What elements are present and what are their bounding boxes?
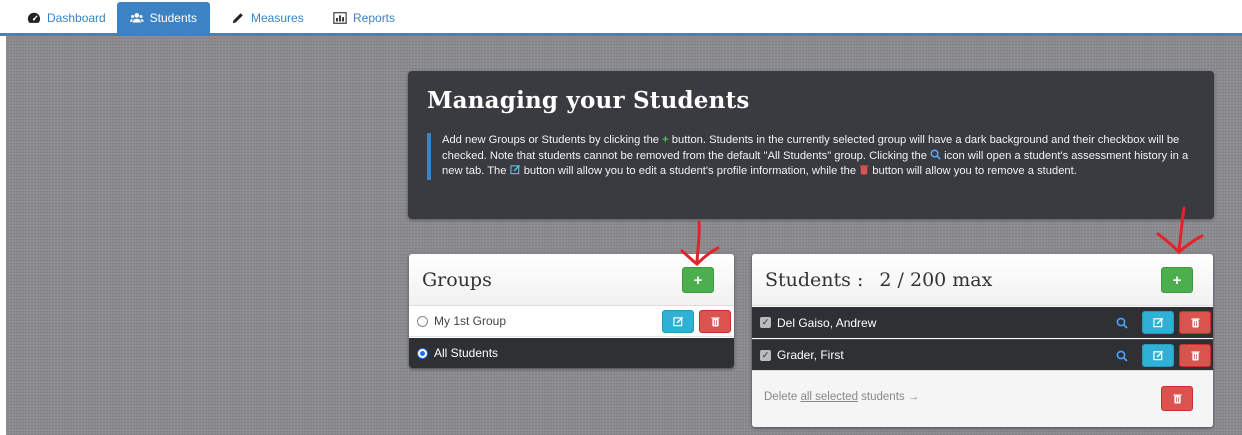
delete-student-button[interactable] — [1179, 311, 1211, 334]
page-title: Managing your Students — [427, 87, 750, 114]
tab-label: Measures — [251, 11, 304, 25]
plus-icon: + — [693, 271, 703, 289]
students-header: Students : 2 / 200 max + — [752, 254, 1213, 306]
pencil-icon — [232, 13, 243, 24]
edit-student-button[interactable] — [1142, 311, 1174, 334]
help-panel: Managing your Students Add new Groups or… — [408, 71, 1214, 219]
help-text-part: button will allow you to remove a studen… — [869, 165, 1077, 178]
group-label: My 1st Group — [434, 314, 507, 328]
students-count: 2 / 200 max — [879, 269, 993, 291]
tab-reports[interactable]: Reports — [320, 2, 408, 34]
bulk-delete-footer: Delete all selected students → — [752, 370, 1213, 427]
tab-students[interactable]: Students — [117, 2, 210, 34]
tab-label: Reports — [353, 11, 396, 25]
search-icon[interactable] — [1116, 350, 1128, 362]
all-selected-link[interactable]: all selected — [800, 391, 858, 403]
group-label: All Students — [434, 346, 499, 360]
edit-icon — [1152, 317, 1163, 328]
bulk-delete-text: Delete all selected students → — [764, 391, 919, 403]
delete-student-button[interactable] — [1179, 344, 1211, 367]
plus-icon: + — [1172, 271, 1182, 289]
add-student-button[interactable]: + — [1161, 267, 1193, 293]
dashboard-icon — [27, 12, 41, 23]
search-icon — [930, 149, 941, 160]
bulk-delete-prefix: Delete — [764, 391, 801, 403]
student-checkbox[interactable]: ✓ — [760, 349, 771, 361]
student-name: Grader, First — [777, 348, 844, 362]
page-edge — [0, 36, 6, 435]
trash-icon — [1190, 318, 1200, 328]
students-title-label: Students : — [765, 269, 864, 291]
trash-icon — [1190, 351, 1200, 361]
tab-label: Students — [149, 11, 197, 25]
student-row-grader-first[interactable]: ✓ Grader, First — [752, 339, 1213, 370]
trash-icon — [710, 317, 720, 327]
edit-icon — [672, 316, 683, 327]
users-icon — [130, 13, 144, 23]
search-icon[interactable] — [1116, 317, 1128, 329]
trash-icon — [860, 165, 869, 175]
help-text-part: button will allow you to edit a student'… — [520, 165, 860, 178]
edit-student-button[interactable] — [1142, 344, 1174, 367]
tab-measures[interactable]: Measures — [218, 2, 317, 34]
group-item-all-students[interactable]: All Students — [409, 338, 734, 368]
edit-group-button[interactable] — [662, 310, 694, 333]
help-text-part: Add new Groups or Students by clicking t… — [442, 134, 663, 146]
top-nav: Dashboard Students Measures Reports — [0, 0, 1242, 36]
tab-label: Dashboard — [47, 11, 106, 25]
bulk-delete-suffix: students → — [857, 391, 920, 403]
trash-icon — [1172, 394, 1182, 404]
help-text: Add new Groups or Students by clicking t… — [427, 133, 1197, 181]
annotation-arrow-icon — [1156, 206, 1204, 255]
students-panel: Students : 2 / 200 max + ✓ Del Gaiso, An… — [752, 254, 1213, 427]
student-checkbox[interactable]: ✓ — [760, 317, 771, 328]
bar-chart-icon — [333, 12, 347, 24]
delete-group-button[interactable] — [699, 310, 731, 333]
group-item-my-1st-group[interactable]: My 1st Group — [409, 306, 734, 337]
add-group-button[interactable]: + — [682, 267, 714, 293]
tab-dashboard[interactable]: Dashboard — [14, 2, 119, 34]
groups-title: Groups — [422, 269, 492, 291]
annotation-arrow-icon — [680, 220, 720, 266]
delete-selected-button[interactable] — [1161, 386, 1193, 411]
group-radio[interactable] — [417, 347, 428, 359]
groups-panel: Groups + My 1st Group All Students — [409, 254, 734, 368]
group-radio[interactable] — [417, 315, 428, 327]
students-title: Students : 2 / 200 max — [765, 269, 992, 291]
edit-icon — [1152, 350, 1163, 361]
student-name: Del Gaiso, Andrew — [777, 315, 877, 330]
edit-icon — [509, 165, 520, 175]
student-row-del-gaiso-andrew[interactable]: ✓ Del Gaiso, Andrew — [752, 307, 1213, 338]
